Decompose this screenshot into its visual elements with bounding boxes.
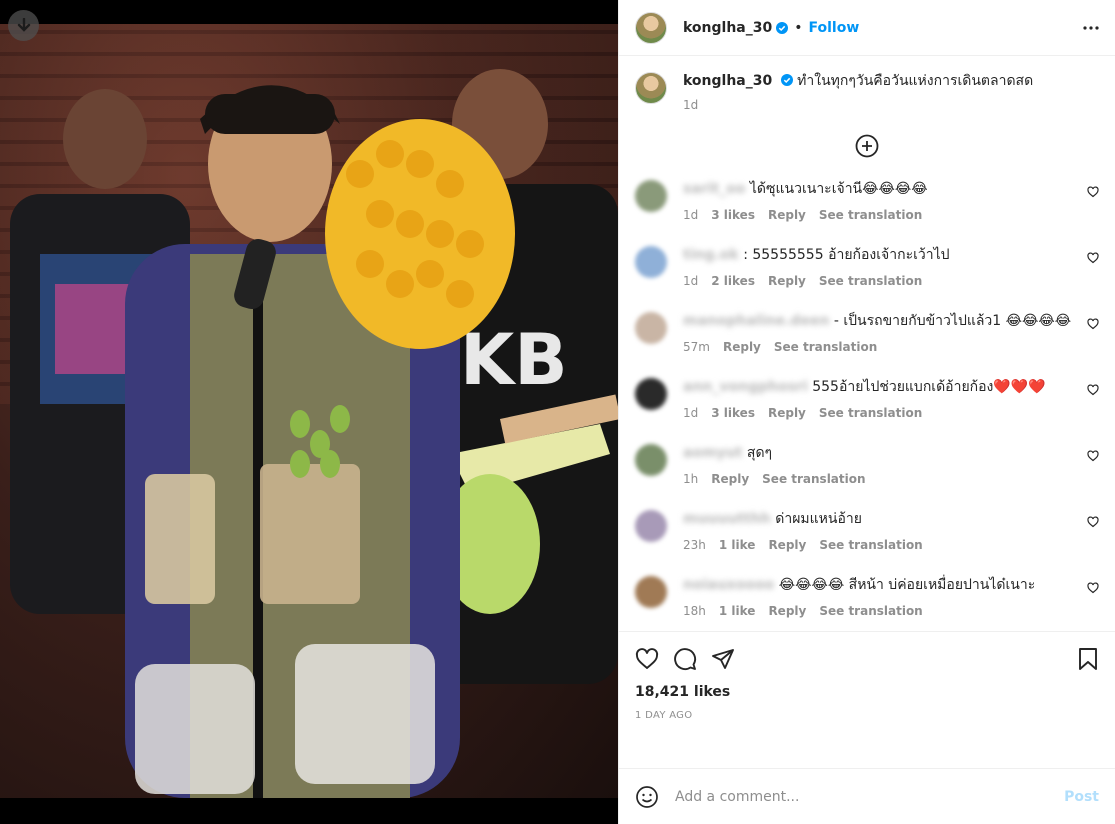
post-photo: KB xyxy=(0,24,618,798)
see-translation-button[interactable]: See translation xyxy=(819,272,922,290)
comment-like-heart-icon[interactable] xyxy=(1087,186,1099,198)
scroll-fade xyxy=(619,621,1115,631)
concert-scene-illustration: KB xyxy=(10,69,618,798)
comment-like-heart-icon[interactable] xyxy=(1087,582,1099,594)
comment-like-heart-icon[interactable] xyxy=(1087,318,1099,330)
bookmark-save-icon[interactable] xyxy=(1077,647,1099,671)
commenter-avatar[interactable] xyxy=(635,510,667,542)
comment-item: ting.ok : 55555555 อ้ายก้องเจ้ากะเว้าไป … xyxy=(635,246,1099,312)
commenter-username[interactable]: sarit_oo xyxy=(683,180,745,198)
reply-button[interactable]: Reply xyxy=(768,404,806,422)
add-comment-bar: Post xyxy=(619,768,1115,824)
comment-likes[interactable]: 1 like xyxy=(719,536,756,554)
reply-button[interactable]: Reply xyxy=(768,272,806,290)
comment-time: 18h xyxy=(683,604,706,618)
author-username[interactable]: konglha_30 xyxy=(683,20,772,36)
see-translation-button[interactable]: See translation xyxy=(819,206,922,224)
caption-username[interactable]: konglha_30 xyxy=(683,73,772,89)
comment-like-heart-icon[interactable] xyxy=(1087,252,1099,264)
commenter-avatar[interactable] xyxy=(635,378,667,410)
see-translation-button[interactable]: See translation xyxy=(819,404,922,422)
arrow-down-icon xyxy=(17,17,30,32)
header-separator: • xyxy=(794,19,803,36)
comment-text: ด่าผมแหน่อ้าย xyxy=(775,511,862,527)
verified-badge-icon xyxy=(780,74,793,86)
commenter-avatar[interactable] xyxy=(635,576,667,608)
see-translation-button[interactable]: See translation xyxy=(774,338,877,356)
comment-text: สุดๆ xyxy=(746,445,773,461)
commenter-username[interactable]: noiauxoooo xyxy=(683,576,774,594)
comment-time: 1d xyxy=(683,208,699,222)
comment-likes[interactable]: 3 likes xyxy=(711,206,755,224)
comments-scroll-area[interactable]: konglha_30 ทำในทุกๆวันคือวันแห่งการเดินต… xyxy=(619,56,1115,631)
share-send-icon[interactable] xyxy=(711,647,735,671)
commenter-username[interactable]: ting.ok xyxy=(683,246,739,264)
commenter-avatar[interactable] xyxy=(635,180,667,212)
load-more-comments-icon[interactable] xyxy=(855,134,879,158)
comment-item: manophaline.deen - เป็นรถขายกับข้าวไปแล้… xyxy=(635,312,1099,378)
post-header: konglha_30 • Follow xyxy=(619,0,1115,56)
comment-time: 57m xyxy=(683,340,710,354)
commenter-username[interactable]: ann_vongphosri xyxy=(683,378,808,396)
commenter-username[interactable]: manophaline.deen xyxy=(683,312,829,330)
comment-likes[interactable]: 2 likes xyxy=(711,272,755,290)
comment-text: - เป็นรถขายกับข้าวไปแล้ว1 😂😂😂😂 xyxy=(833,313,1072,329)
likes-count[interactable]: 18,421 likes xyxy=(635,684,1099,700)
comment-bubble-icon[interactable] xyxy=(673,647,697,671)
comment-like-heart-icon[interactable] xyxy=(1087,384,1099,396)
comment-time: 1d xyxy=(683,406,699,420)
see-translation-button[interactable]: See translation xyxy=(762,470,865,488)
svg-text:KB: KB xyxy=(460,319,568,401)
reply-button[interactable]: Reply xyxy=(711,470,749,488)
comment-text: 😂😂😂😂 สีหน้า บ่ค่อยเหมื่อยปานได๋เนาะ xyxy=(778,577,1036,593)
comments-list: sarit_oo ได้ซุแนวเนาะเจ้านี😂😂😂😂 1d 3 lik… xyxy=(635,180,1099,631)
comment-text: 555อ้ายไปช่วยแบกเด้อ้ายก้อง❤️❤️❤️ xyxy=(812,379,1046,395)
emoji-smiley-icon[interactable] xyxy=(635,785,659,809)
comment-item: muuuutthh ด่าผมแหน่อ้าย 23h 1 like Reply… xyxy=(635,510,1099,576)
commenter-avatar[interactable] xyxy=(635,444,667,476)
post-actions: 18,421 likes 1 DAY AGO xyxy=(619,631,1115,768)
comment-text: ได้ซุแนวเนาะเจ้านี😂😂😂😂 xyxy=(749,181,928,197)
post-caption: konglha_30 ทำในทุกๆวันคือวันแห่งการเดินต… xyxy=(635,56,1099,114)
see-translation-button[interactable]: See translation xyxy=(819,536,922,554)
comment-like-heart-icon[interactable] xyxy=(1087,450,1099,462)
posted-time: 1 DAY AGO xyxy=(635,710,693,721)
see-translation-button[interactable]: See translation xyxy=(819,602,922,620)
reply-button[interactable]: Reply xyxy=(768,206,806,224)
post-media[interactable]: KB xyxy=(0,0,618,824)
author-avatar[interactable] xyxy=(635,11,667,44)
comment-like-heart-icon[interactable] xyxy=(1087,516,1099,528)
verified-badge-icon xyxy=(776,21,789,34)
comment-likes[interactable]: 1 like xyxy=(719,602,756,620)
caption-text: ทำในทุกๆวันคือวันแห่งการเดินตลาดสด xyxy=(797,73,1034,89)
caption-author-avatar[interactable] xyxy=(635,72,667,104)
like-heart-icon[interactable] xyxy=(635,647,659,671)
reply-button[interactable]: Reply xyxy=(768,536,806,554)
commenter-avatar[interactable] xyxy=(635,312,667,344)
commenter-username[interactable]: aomyut xyxy=(683,444,742,462)
comment-item: sarit_oo ได้ซุแนวเนาะเจ้านี😂😂😂😂 1d 3 lik… xyxy=(635,180,1099,246)
caption-timestamp: 1d xyxy=(683,98,699,112)
comment-item: aomyut สุดๆ 1h Reply See translation xyxy=(635,444,1099,510)
comment-item: ann_vongphosri 555อ้ายไปช่วยแบกเด้อ้ายก้… xyxy=(635,378,1099,444)
comment-likes[interactable]: 3 likes xyxy=(711,404,755,422)
commenter-avatar[interactable] xyxy=(635,246,667,278)
post-comment-button[interactable]: Post xyxy=(1064,789,1099,805)
comment-text: : 55555555 อ้ายก้องเจ้ากะเว้าไป xyxy=(743,247,950,263)
reply-button[interactable]: Reply xyxy=(723,338,761,356)
add-comment-input[interactable] xyxy=(675,788,1065,805)
comment-time: 1h xyxy=(683,472,699,486)
reply-button[interactable]: Reply xyxy=(768,602,806,620)
follow-button[interactable]: Follow xyxy=(809,20,860,36)
comment-time: 1d xyxy=(683,274,699,288)
download-button[interactable] xyxy=(8,10,39,41)
post-details-panel: konglha_30 • Follow konglha_30 ทำในทุกๆว… xyxy=(618,0,1115,824)
more-options-icon[interactable] xyxy=(1083,25,1099,30)
comment-time: 23h xyxy=(683,538,706,552)
commenter-username[interactable]: muuuutthh xyxy=(683,510,771,528)
